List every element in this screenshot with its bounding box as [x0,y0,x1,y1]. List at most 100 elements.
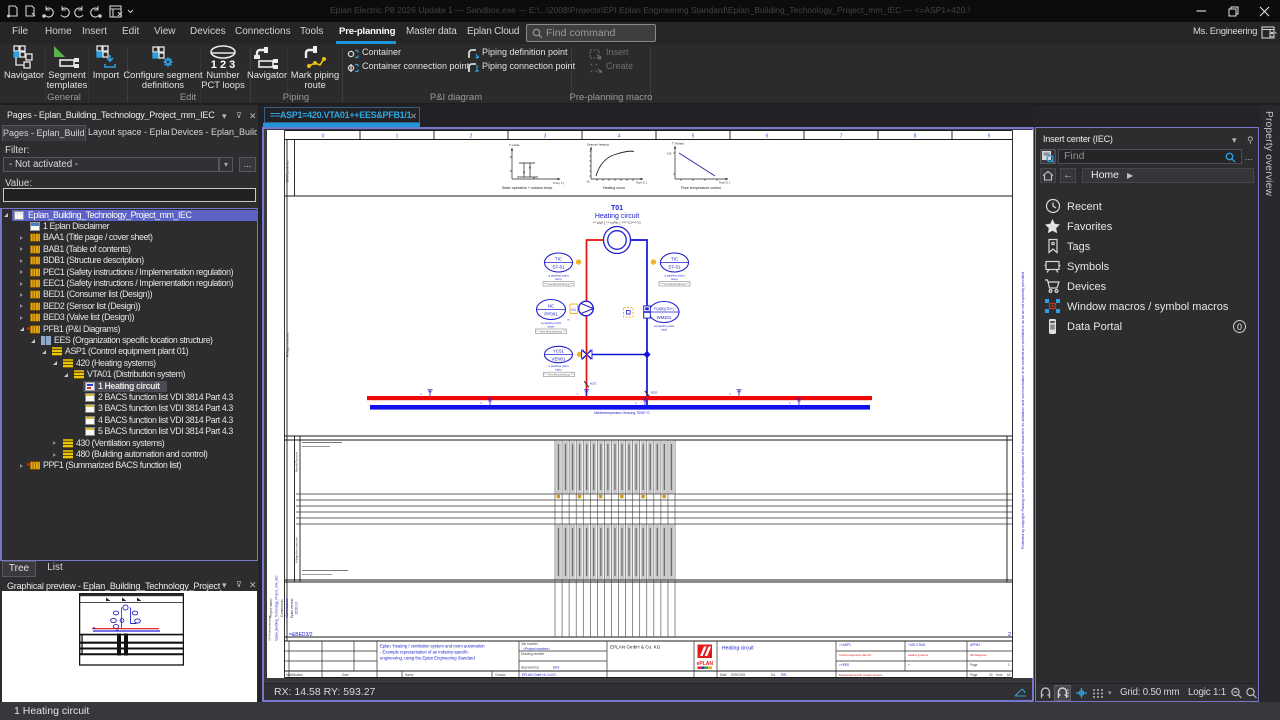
svg-text:Commission:: Commission: [280,599,284,618]
svg-text:m: m [568,318,571,322]
svg-text:=: = [789,401,791,405]
svg-text:<Project number>: <Project number> [523,647,550,651]
svg-text:HZG: HZG [590,382,597,386]
svg-text:Eplan_Building_Technology_Proj: Eplan_Building_Technology_Project_mm_IEC [275,575,279,641]
svg-text:Heating circuit: Heating circuit [722,646,754,652]
svg-text:<Commission>: <Commission> [285,597,289,618]
svg-text:Anlagenschema: Anlagenschema [286,333,290,357]
svg-text:&PFB1: &PFB1 [970,643,980,647]
svg-text:YC51: YC51 [553,349,565,354]
svg-text:Page: Page [970,663,978,667]
svg-text:0: 0 [322,134,325,140]
svg-text:Heating systems: Heating systems [908,653,929,657]
svg-text:+420.VTA01: +420.VTA01 [908,643,926,647]
svg-text:Eplan version:: Eplan version: [290,598,294,618]
svg-text:ePLAN: ePLAN [697,661,714,667]
svg-text:- Example representation of an: - Example representation of an industry-… [380,650,468,655]
svg-text:Control equipment plant 01: Control equipment plant 01 [839,653,872,657]
svg-text:VEN01: VEN01 [552,357,566,362]
svg-text:open: open [555,368,562,372]
svg-text:T inside: T inside [509,143,520,147]
svg-text:GA-Funktionalstruktur: GA-Funktionalstruktur [268,615,272,640]
svg-text:5: 5 [692,134,695,140]
svg-text:Setpoint heating: Setpoint heating [587,143,609,147]
svg-text:1: 1 [396,134,399,140]
svg-text:temp: temp [671,277,678,281]
svg-text:9: 9 [988,134,991,140]
svg-text:Time [ h ]: Time [ h ] [553,181,564,185]
svg-text:engineering, using the Eplan E: engineering, using the Eplan Engineering… [380,656,475,661]
svg-text:2026.0.3: 2026.0.3 [295,602,299,615]
svg-text:=+ASP1: =+ASP1 [839,643,851,647]
svg-text:Aktorik/Sensorik: Aktorik/Sensorik [295,451,299,472]
svg-text:9/29/2025: 9/29/2025 [731,673,745,677]
svg-text:=+EES: =+EES [839,663,849,667]
svg-text:*** freie Beschreibung ***: *** freie Beschreibung *** [660,282,689,286]
svg-text:+: + [908,663,910,667]
svg-text:*** freie Beschreibung ***: *** freie Beschreibung *** [536,330,565,334]
svg-text:20: 20 [989,673,993,677]
svg-text:RZG: RZG [651,391,658,395]
svg-text:Approved by: Approved by [521,666,539,670]
svg-text:Static operation + outdoor tem: Static operation + outdoor temp [502,186,552,190]
svg-text:TIC: TIC [555,257,562,262]
svg-text:drain: drain [548,325,555,329]
svg-text:Equipotential specific locatio: Equipotential specific location structur… [839,674,883,677]
svg-text:T Vorlauf: T Vorlauf [672,142,684,146]
svg-text:*** freie Beschreibung ***: *** freie Beschreibung *** [544,373,573,377]
svg-text:PP001: PP001 [544,312,558,317]
svg-text:6: 6 [766,134,769,140]
svg-text:Eplan 'Heating / ventilation s: Eplan 'Heating / ventilation system and … [380,644,485,649]
svg-text:P&I Diagrams: P&I Diagrams [970,653,987,657]
svg-text:2: 2 [470,134,473,140]
svg-text:7: 7 [840,134,843,140]
svg-text:heat: heat [661,328,667,332]
svg-text:GA Raumlinien: GA Raumlinien [286,160,290,183]
svg-text:8: 8 [914,134,917,140]
svg-text:=: = [635,401,637,405]
svg-text:1: 1 [1008,663,1010,667]
svg-text:3: 3 [544,134,547,140]
svg-text:64: 64 [1007,673,1011,677]
svg-text:Project name:: Project name: [269,598,273,618]
svg-text:WM201: WM201 [657,315,672,320]
svg-text:2: 2 [1008,632,1011,638]
svg-text:Tout [°C ]: Tout [°C ] [719,181,730,185]
svg-text:Flow temperature control: Flow temperature control [681,186,721,190]
svg-text:-15: -15 [586,180,590,184]
svg-text:T01: T01 [611,205,623,212]
svg-text:=: = [577,392,579,396]
svg-text:NC: NC [548,304,554,309]
svg-text:4: 4 [618,134,621,140]
svg-text:Creator: Creator [495,673,507,677]
svg-text:=: = [480,401,482,405]
svg-text:Anlagenkennzeichen: Anlagenkennzeichen [295,537,299,563]
svg-text:KC: KC [571,308,576,312]
svg-text:** kW | ** m³/h | ***°C/***°C: ** kW | ** m³/h | ***°C/***°C [593,220,641,225]
svg-text:EF-01: EF-01 [669,265,682,270]
svg-text:*** freie Beschreibung ***: *** freie Beschreibung *** [544,282,573,286]
svg-text:=: = [420,392,422,396]
svg-text:Drawing number: Drawing number [521,652,545,656]
svg-text:Date: Date [342,673,349,677]
svg-text:100: 100 [667,152,672,156]
svg-text:from: from [996,673,1003,677]
svg-text:Heating circuit: Heating circuit [595,213,639,220]
svg-text:Niedertemperatur-Heizung 70/50: Niedertemperatur-Heizung 70/50 °C [594,411,650,415]
svg-text:TIC: TIC [671,257,678,262]
svg-text:ERL: ERL [781,673,787,677]
svg-text:EPLAN GmbH & Co. KG: EPLAN GmbH & Co. KG [610,645,661,650]
svg-text:Job number: Job number [521,642,539,646]
svg-text:Name: Name [405,673,414,677]
svg-text:EES: EES [553,666,559,670]
svg-text:=&BED3/2: =&BED3/2 [289,632,313,638]
svg-text:EF-01: EF-01 [553,265,566,270]
svg-text:FQI(B)(TD+): FQI(B)(TD+) [654,307,674,311]
svg-text:Modification: Modification [286,673,303,677]
svg-text:Page: Page [970,673,978,677]
svg-text:Tout [°C ]: Tout [°C ] [636,181,647,185]
svg-text:=: = [729,392,731,396]
svg-text:EPLAN GmbH & Co.KG: EPLAN GmbH & Co.KG [522,673,557,677]
svg-text:Ed.: Ed. [771,673,776,677]
svg-text:Date: Date [720,673,727,677]
